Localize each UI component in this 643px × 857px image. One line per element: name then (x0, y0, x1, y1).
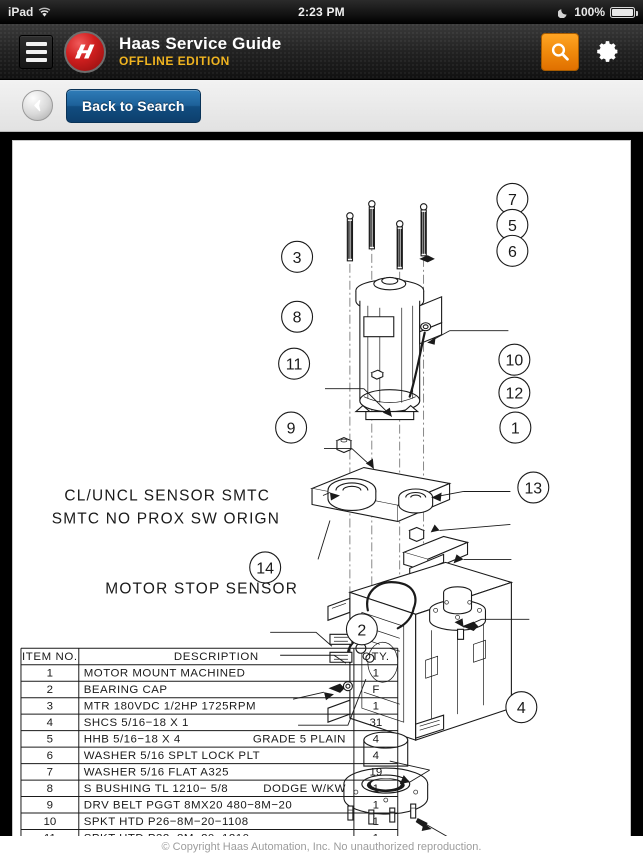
document-viewport[interactable]: .ln{stroke:#1a1a1a;fill:none;stroke-widt… (0, 132, 643, 837)
document-page: .ln{stroke:#1a1a1a;fill:none;stroke-widt… (12, 140, 631, 837)
table-cell-item: 1 (47, 668, 53, 680)
table-cell-item: 4 (47, 717, 54, 729)
table-cell-description: WASHER 5/16 FLAT A325 (84, 767, 229, 779)
callout-number: 14 (256, 560, 274, 577)
drawing-annotation: SMTC NO PROX SW ORIGN (52, 510, 280, 527)
callout-bubble: 4 (505, 691, 538, 724)
app-header: Haas Service Guide OFFLINE EDITION (0, 24, 643, 80)
app-subtitle: OFFLINE EDITION (119, 54, 230, 69)
table-cell-item: 6 (47, 750, 53, 762)
app-title: Haas Service Guide (119, 34, 282, 54)
table-cell-qty: 4 (373, 750, 380, 762)
table-cell-description: SPKT HTD P26−8M−20−1108 (84, 816, 249, 828)
callout-number: 13 (524, 480, 542, 497)
table-cell-description-extra: GRADE 5 PLAIN (253, 734, 346, 746)
table-cell-qty: 1 (373, 701, 379, 713)
copyright-text: © Copyright Haas Automation, Inc. No una… (161, 840, 482, 853)
table-cell-qty: 1 (373, 816, 379, 828)
callout-number: 11 (286, 357, 303, 374)
table-cell-qty: 31 (369, 717, 382, 729)
haas-logo-icon (64, 30, 106, 73)
header-actions (541, 32, 643, 71)
callout-bubble: 2 (345, 613, 378, 646)
chevron-left-icon[interactable] (22, 90, 53, 121)
table-cell-item: 9 (47, 800, 53, 812)
battery-icon (610, 6, 638, 18)
callout-number: 1 (511, 421, 520, 438)
table-cell-item: 3 (47, 701, 53, 713)
table-cell-qty: F (372, 684, 379, 696)
callout-bubble: 9 (275, 411, 308, 444)
table-cell-description: SHCS 5/16−18 X 1 (84, 717, 189, 729)
ios-status-bar: iPad 2:23 PM 100% (0, 0, 643, 24)
table-header-cell: QTY. (362, 651, 390, 663)
moon-icon (558, 7, 569, 18)
table-cell-qty: 19 (369, 767, 382, 779)
callout-number: 4 (517, 700, 526, 717)
table-cell-qty: 1 (373, 668, 379, 680)
callout-number: 8 (293, 310, 302, 327)
drawing-annotation: MOTOR STOP SENSOR (105, 580, 298, 597)
assembly-drawing: .ln{stroke:#1a1a1a;fill:none;stroke-widt… (13, 141, 630, 836)
status-time: 2:23 PM (298, 5, 345, 19)
navigation-toolbar: Back to Search (0, 80, 643, 132)
search-icon[interactable] (541, 32, 579, 71)
table-cell-item: 2 (47, 684, 53, 696)
copyright-footer: © Copyright Haas Automation, Inc. No una… (0, 836, 643, 857)
callout-bubble: 11 (278, 347, 311, 380)
table-cell-item: 7 (47, 767, 53, 779)
header-titles: Haas Service Guide OFFLINE EDITION (119, 34, 281, 68)
callout-number: 3 (293, 250, 302, 267)
callout-number: 10 (506, 353, 524, 370)
callout-bubble: 12 (498, 376, 531, 409)
battery-percent: 100% (574, 5, 605, 19)
table-cell-item: 8 (47, 783, 53, 795)
table-header-cell: DESCRIPTION (174, 651, 259, 663)
table-cell-item: 10 (44, 816, 57, 828)
callout-bubble: 3 (281, 240, 314, 273)
table-cell-description: HHB 5/16−18 X 4 (84, 734, 181, 746)
callout-number: 6 (508, 244, 517, 261)
table-cell-description: S BUSHING TL 1210− 5/8 (84, 783, 228, 795)
table-header-cell: ITEM NO. (22, 651, 78, 663)
drawing-annotation: CL/UNCL SENSOR SMTC (64, 487, 270, 504)
callout-bubble: 10 (498, 343, 531, 376)
callout-bubble: 8 (281, 300, 314, 333)
status-right: 100% (558, 5, 643, 19)
callout-number: 5 (508, 218, 517, 235)
callout-bubble: 13 (517, 471, 550, 504)
callout-number: 2 (357, 622, 366, 639)
hamburger-icon[interactable] (19, 34, 53, 69)
table-cell-description-extra: DODGE W/KW (263, 783, 346, 795)
callout-number: 12 (506, 386, 524, 403)
table-cell-description: MOTOR MOUNT MACHINED (84, 668, 246, 680)
callout-number: 7 (508, 192, 517, 209)
table-cell-description: BEARING CAP (84, 684, 168, 696)
table-cell-description: MTR 180VDC 1/2HP 1725RPM (84, 701, 256, 713)
gear-icon[interactable] (589, 33, 627, 71)
table-cell-qty: 1 (373, 800, 379, 812)
table-cell-description: DRV BELT PGGT 8MX20 480−8M−20 (84, 800, 293, 812)
callout-number: 9 (287, 421, 296, 438)
table-cell-qty: 4 (373, 734, 380, 746)
back-to-search-button[interactable]: Back to Search (66, 88, 201, 123)
callout-bubble: 14 (249, 551, 282, 584)
table-cell-qty: 1 (373, 783, 379, 795)
table-cell-description: WASHER 5/16 SPLT LOCK PLT (84, 750, 260, 762)
callout-bubble: 1 (499, 411, 532, 444)
callout-bubble: 6 (496, 234, 529, 267)
table-cell-item: 5 (47, 734, 53, 746)
